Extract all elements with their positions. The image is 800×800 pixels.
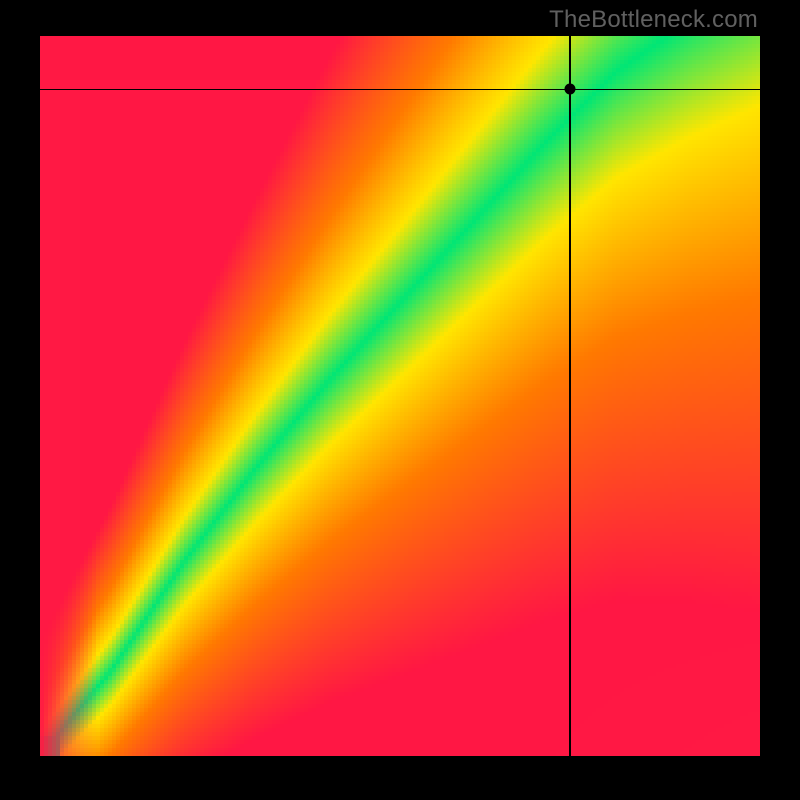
heatmap-plot [40, 36, 760, 756]
chart-stage: TheBottleneck.com [0, 0, 800, 800]
crosshair-vertical [569, 36, 571, 756]
crosshair-horizontal [40, 89, 760, 91]
marker-dot [564, 84, 575, 95]
heatmap-canvas [40, 36, 760, 756]
watermark-text: TheBottleneck.com [549, 6, 758, 34]
